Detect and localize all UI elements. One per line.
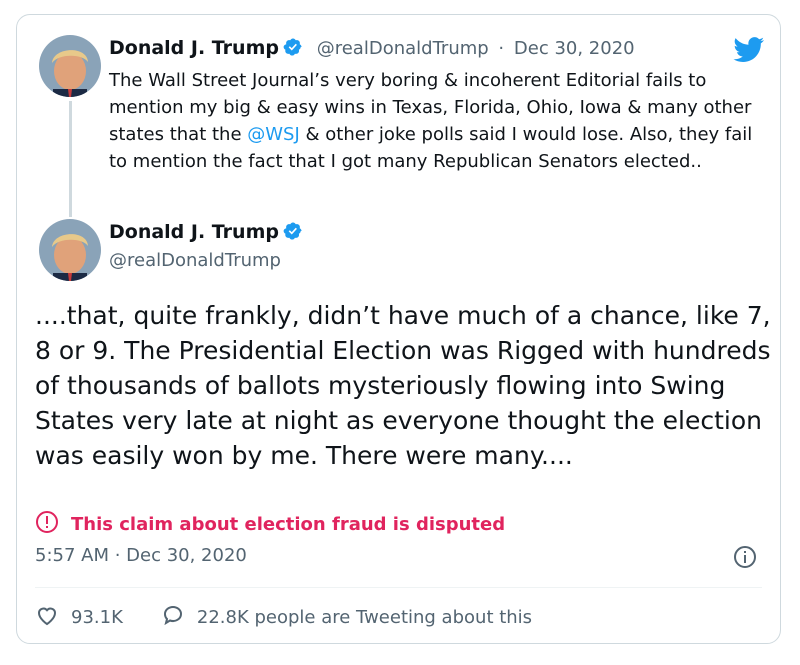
dot-separator: · (498, 38, 505, 59)
speech-bubble-icon (161, 603, 185, 632)
tweet1-header: Donald J. Trump @realDonaldTrump · Dec 3… (109, 37, 635, 62)
mention-link[interactable]: @WSJ (247, 124, 300, 145)
author-handle[interactable]: @realDonaldTrump (317, 38, 489, 59)
like-count: 93.1K (71, 607, 123, 628)
author-name[interactable]: Donald J. Trump (109, 37, 279, 59)
tweet2-header: Donald J. Trump @realDonaldTrump (109, 221, 303, 271)
dispute-label[interactable]: This claim about election fraud is dispu… (71, 514, 505, 535)
thread-connector (69, 101, 72, 217)
twitter-bird-icon (733, 37, 765, 62)
alert-circle-icon (35, 510, 59, 539)
tweet-card: Donald J. Trump @realDonaldTrump · Dec 3… (16, 14, 781, 644)
divider (35, 587, 762, 588)
tweeting-about-link[interactable]: 22.8K people are Tweeting about this (161, 603, 532, 632)
dispute-notice[interactable]: This claim about election fraud is dispu… (35, 510, 505, 539)
heart-icon (35, 603, 59, 632)
tweet-timestamp[interactable]: 5:57 AM · Dec 30, 2020 (35, 545, 247, 566)
author-handle[interactable]: @realDonaldTrump (109, 250, 303, 271)
verified-badge-icon (283, 221, 303, 246)
tweeting-count-text: 22.8K people are Tweeting about this (196, 607, 533, 628)
tweet-date[interactable]: Dec 30, 2020 (514, 38, 635, 59)
tweet1-text: The Wall Street Journal’s very boring & … (109, 67, 769, 175)
avatar[interactable] (39, 219, 101, 281)
verified-badge-icon (283, 37, 303, 62)
info-icon[interactable] (733, 545, 757, 573)
like-button[interactable]: 93.1K (35, 603, 123, 632)
avatar[interactable] (39, 35, 101, 97)
action-bar: 93.1K 22.8K people are Tweeting about th… (35, 603, 570, 632)
tweet2-text: ....that, quite frankly, didn’t have muc… (35, 301, 771, 470)
author-name[interactable]: Donald J. Trump (109, 221, 279, 243)
